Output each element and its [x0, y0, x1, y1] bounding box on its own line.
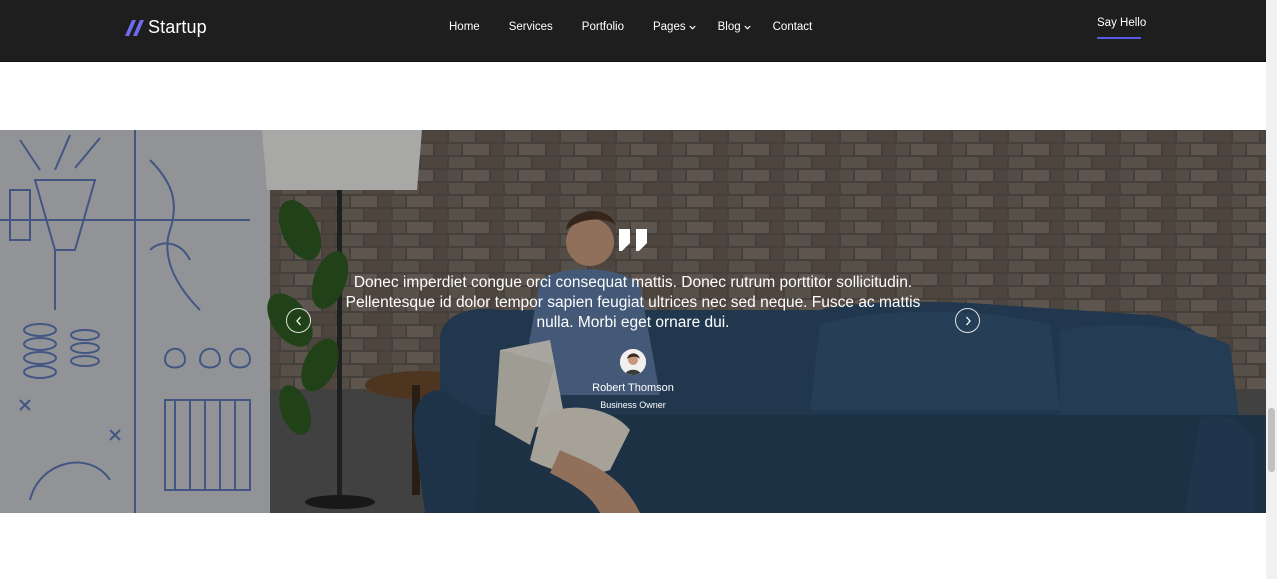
- nav-portfolio[interactable]: Portfolio: [582, 21, 624, 33]
- nav-portfolio-label: Portfolio: [581, 21, 624, 33]
- author-name: Robert Thomson: [592, 382, 674, 394]
- scrollbar-thumb[interactable]: [1268, 408, 1275, 472]
- nav-home-label: Home: [449, 21, 480, 33]
- say-hello-button[interactable]: Say Hello: [1097, 17, 1146, 29]
- chevron-down-icon: [688, 25, 696, 30]
- logo-icon: [125, 19, 144, 36]
- say-hello-label: Say Hello: [1097, 17, 1147, 29]
- nav-blog-label: Blog: [717, 21, 741, 33]
- author-photo: [620, 349, 646, 375]
- nav-blog[interactable]: Blog: [718, 21, 751, 33]
- chevron-down-icon: [744, 25, 751, 30]
- avatar: [620, 349, 646, 375]
- chevron-right-icon: [965, 316, 971, 325]
- nav-contact-label: Contact: [772, 21, 813, 33]
- page-scrollbar[interactable]: [1266, 0, 1277, 579]
- quote-icon: [619, 229, 647, 251]
- logo[interactable]: Startup: [125, 17, 207, 38]
- logo-text: Startup: [148, 17, 207, 37]
- testimonial-section: Donec imperdiet congue orci consequat ma…: [0, 130, 1266, 513]
- chevron-left-icon: [295, 316, 301, 325]
- main-nav: Home Services Portfolio Pages Blog Conta…: [449, 21, 841, 33]
- prev-slide-button[interactable]: [286, 308, 311, 333]
- next-slide-button[interactable]: [955, 308, 980, 333]
- nav-services[interactable]: Services: [509, 21, 553, 33]
- nav-services-label: Services: [508, 21, 553, 33]
- navbar: Startup Home Services Portfolio Pages Bl…: [0, 0, 1266, 62]
- nav-pages[interactable]: Pages: [653, 21, 696, 33]
- nav-pages-label: Pages: [652, 21, 686, 33]
- nav-contact[interactable]: Contact: [773, 21, 813, 33]
- author-role: Business Owner: [600, 400, 666, 410]
- say-hello-underline: [1097, 37, 1141, 39]
- testimonial-quote: Donec imperdiet congue orci consequat ma…: [345, 274, 921, 331]
- nav-home[interactable]: Home: [449, 21, 480, 33]
